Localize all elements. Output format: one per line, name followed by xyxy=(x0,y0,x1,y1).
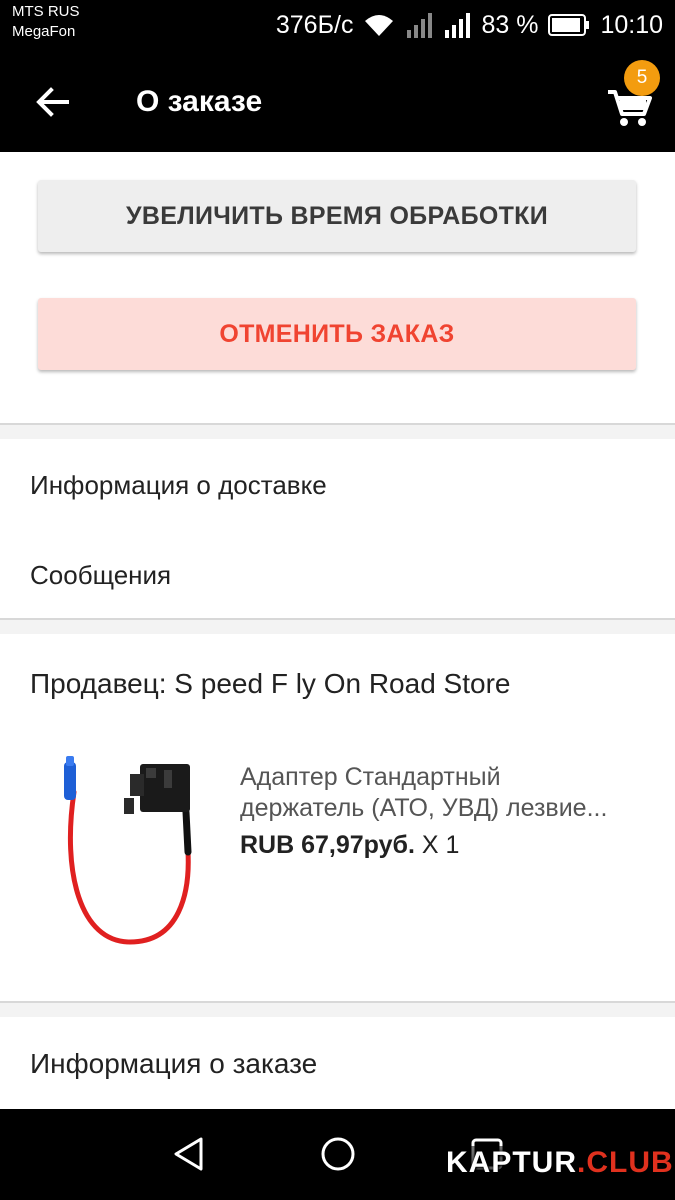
section-divider xyxy=(0,618,675,634)
product-title[interactable]: Адаптер Стандартный держатель (АТО, УВД)… xyxy=(240,762,630,824)
extend-processing-button[interactable]: УВЕЛИЧИТЬ ВРЕМЯ ОБРАБОТКИ xyxy=(38,180,636,252)
messages-link[interactable]: Сообщения xyxy=(30,558,171,592)
section-divider xyxy=(0,1001,675,1017)
carrier-info: MTS RUS MegaFon xyxy=(12,2,80,42)
battery-level: 83 % xyxy=(481,10,539,39)
watermark-text: KAPTUR xyxy=(446,1146,577,1179)
delivery-info-link[interactable]: Информация о доставке xyxy=(30,468,327,502)
section-divider xyxy=(0,423,675,439)
status-indicators: 376Б/с 83 % 10:10 xyxy=(276,8,663,42)
order-details: УВЕЛИЧИТЬ ВРЕМЯ ОБРАБОТКИ ОТМЕНИТЬ ЗАКАЗ… xyxy=(0,152,675,1109)
product-image[interactable] xyxy=(40,752,210,952)
seller-name[interactable]: Продавец: S peed F ly On Road Store xyxy=(30,666,510,702)
product-price: RUB 67,97руб. xyxy=(240,831,415,859)
cancel-order-button[interactable]: ОТМЕНИТЬ ЗАКАЗ xyxy=(38,298,636,370)
product-title-line-1: Адаптер Стандартный xyxy=(240,763,501,791)
triangle-back-icon xyxy=(174,1137,203,1171)
nav-home-button[interactable] xyxy=(313,1129,363,1179)
order-info-title[interactable]: Информация о заказе xyxy=(30,1046,317,1082)
back-arrow-icon xyxy=(36,87,69,117)
app-bar: О заказе xyxy=(0,52,675,152)
carrier-2: MegaFon xyxy=(12,23,76,40)
watermark-accent: .CLUB xyxy=(577,1146,674,1179)
signal-icon xyxy=(405,12,433,38)
network-speed: 376Б/с xyxy=(275,10,354,39)
clock: 10:10 xyxy=(600,10,663,39)
watermark: KAPTUR.CLUB xyxy=(440,1146,675,1180)
battery-icon xyxy=(548,13,590,37)
product-title-line-2: держатель (АТО, УВД) лезвие... xyxy=(240,794,608,822)
carrier-1: MTS RUS xyxy=(12,3,80,20)
product-quantity: X 1 xyxy=(421,831,460,859)
status-bar: MTS RUS MegaFon 376Б/с 83 % 10:10 xyxy=(0,0,675,52)
product-price-row: RUB 67,97руб. X 1 xyxy=(240,829,459,861)
page-title: О заказе xyxy=(136,85,263,118)
nav-back-button[interactable] xyxy=(164,1129,214,1179)
cart-count-badge: 5 xyxy=(624,60,660,96)
circle-home-icon xyxy=(321,1137,355,1171)
signal-icon xyxy=(443,12,471,38)
wifi-icon xyxy=(363,12,395,38)
back-button[interactable] xyxy=(28,78,76,126)
